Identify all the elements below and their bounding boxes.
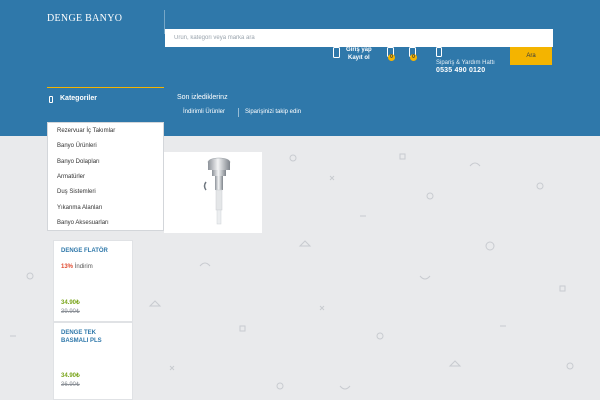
cart-count-badge: 0 bbox=[410, 54, 417, 61]
product-image[interactable] bbox=[164, 152, 262, 233]
user-icon[interactable] bbox=[333, 47, 340, 58]
cart-button[interactable]: 0 bbox=[408, 47, 418, 61]
phone-icon bbox=[436, 47, 442, 57]
discount-badge: 13% İndirim bbox=[61, 264, 93, 270]
search-button[interactable]: Ara bbox=[510, 47, 552, 65]
product-name[interactable]: DENGE FLATÖR bbox=[61, 248, 108, 256]
register-link[interactable]: Kayıt ol bbox=[346, 54, 372, 62]
favorites-count-badge: 0 bbox=[388, 54, 395, 61]
category-item[interactable]: Duş Sistemleri bbox=[57, 189, 96, 195]
category-item[interactable]: Banyo Ürünleri bbox=[57, 143, 97, 149]
nav-divider bbox=[238, 108, 239, 117]
favorites-button[interactable]: 0 bbox=[386, 47, 396, 61]
search-input[interactable] bbox=[165, 29, 553, 47]
site-header: DENGE BANYO Giriş yap Kayıt ol 0 0 Sipar… bbox=[0, 0, 600, 87]
discount-percent: 13% bbox=[61, 264, 74, 270]
support-label: Sipariş & Yardım Hattı bbox=[436, 60, 495, 66]
support-phone[interactable]: 0535 490 0120 bbox=[436, 67, 485, 74]
category-item[interactable]: Banyo Dolapları bbox=[57, 159, 100, 165]
categories-dropdown: Rezervuar İç Takımlar Banyo Ürünleri Ban… bbox=[47, 122, 164, 231]
login-link[interactable]: Giriş yap bbox=[346, 46, 372, 54]
product-name[interactable]: DENGE TEK BASMALI PLS bbox=[61, 330, 111, 345]
track-order-link[interactable]: Siparişinizi takip edin bbox=[245, 109, 301, 115]
categories-label: Kategoriler bbox=[60, 95, 97, 102]
product-price: 34.90₺ bbox=[61, 373, 80, 379]
category-item[interactable]: Armatürler bbox=[57, 174, 85, 180]
category-item[interactable]: Yıkanma Alanları bbox=[57, 205, 102, 211]
site-logo[interactable]: DENGE BANYO bbox=[47, 13, 122, 24]
product-old-price: 36.90₺ bbox=[61, 382, 80, 388]
categories-tab[interactable]: Kategoriler bbox=[47, 87, 164, 113]
login-register-link[interactable]: Giriş yap Kayıt ol bbox=[346, 46, 372, 62]
push-button-valve-image bbox=[203, 157, 231, 225]
category-item[interactable]: Banyo Aksesuarları bbox=[57, 220, 109, 226]
menu-icon bbox=[49, 96, 53, 103]
product-old-price: 39.90₺ bbox=[61, 309, 80, 315]
discount-label: İndirim bbox=[74, 264, 93, 270]
product-card[interactable]: DENGE TEK BASMALI PLS 34.90₺ 36.90₺ bbox=[53, 322, 133, 400]
category-item[interactable]: Rezervuar İç Takımlar bbox=[57, 128, 115, 134]
product-price: 34.90₺ bbox=[61, 300, 80, 306]
recently-viewed-link[interactable]: Son izlediklerinz bbox=[177, 94, 228, 101]
product-card[interactable]: DENGE FLATÖR 13% İndirim 34.90₺ 39.90₺ bbox=[53, 240, 133, 322]
discounted-products-link[interactable]: İndirimli Ürünler bbox=[183, 109, 225, 115]
